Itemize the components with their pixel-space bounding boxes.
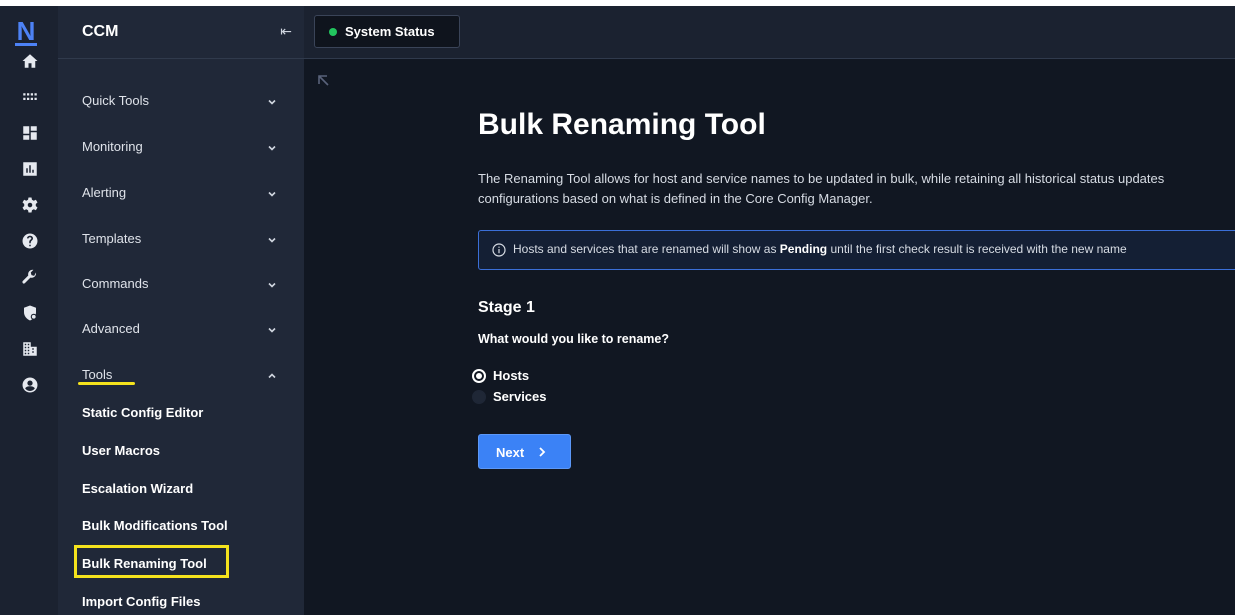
shield-user-icon[interactable] [19,302,41,324]
page-title: Bulk Renaming Tool [478,108,766,141]
navigation-sidebar: CCM ⇤ Quick Tools Monitoring Alerting Te… [58,6,304,615]
sidebar-item-label: Templates [82,231,142,246]
sidebar-item-label: Quick Tools [82,93,149,108]
sidebar-subitem-bulk-modifications-tool[interactable]: Bulk Modifications Tool [82,518,228,533]
main-content: Bulk Renaming Tool The Renaming Tool all… [304,59,1235,615]
sidebar-subitem-escalation-wizard[interactable]: Escalation Wizard [82,481,193,496]
icon-rail: N [0,6,58,615]
sidebar-item-alerting[interactable]: Alerting [82,181,278,207]
chevron-down-icon [266,278,278,290]
sidebar-subitem-user-macros[interactable]: User Macros [82,443,160,458]
radio-label: Services [493,389,547,404]
sidebar-item-quick-tools[interactable]: Quick Tools [82,89,278,115]
sidebar-item-templates[interactable]: Templates [82,227,278,253]
chevron-down-icon [266,187,278,199]
sidebar-item-label: Tools [82,367,113,382]
radio-label: Hosts [493,368,530,383]
info-alert-text: Hosts and services that are renamed will… [513,242,1127,256]
status-dot-icon [329,28,337,36]
top-bar: System Status [304,6,1235,59]
stage-title: Stage 1 [478,299,535,316]
info-text-prefix: Hosts and services that are renamed will… [513,242,777,256]
sidebar-item-advanced[interactable]: Advanced [82,317,278,343]
sidebar-header: CCM ⇤ [58,6,304,59]
info-alert: Hosts and services that are renamed will… [478,230,1235,270]
rename-question: What would you like to rename? [478,332,669,346]
sidebar-item-commands[interactable]: Commands [82,272,278,298]
sidebar-item-tools[interactable]: Tools [82,363,278,389]
expand-arrow-icon[interactable] [316,73,330,87]
info-text-suffix: until the first check result is received… [830,242,1127,256]
home-icon[interactable] [19,50,41,72]
info-text-emphasis: Pending [779,242,828,256]
system-status-label: System Status [345,24,435,39]
sidebar-item-label: Alerting [82,185,127,200]
sidebar-item-label: Monitoring [82,139,143,154]
sidebar-item-label: Advanced [82,321,140,336]
sidebar-subitem-static-config-editor[interactable]: Static Config Editor [82,405,203,420]
building-icon[interactable] [19,338,41,360]
chevron-up-icon [266,369,278,381]
apps-grid-icon[interactable] [19,86,41,108]
annotation-underline [78,382,135,385]
system-status-button[interactable]: System Status [314,15,460,48]
logo-underline [15,43,37,46]
gear-icon[interactable] [19,194,41,216]
chevron-down-icon [266,95,278,107]
chevron-down-icon [266,141,278,153]
radio-button-unchecked[interactable] [472,390,486,404]
info-icon [492,243,506,257]
chevron-right-icon [537,446,547,458]
sidebar-subitem-import-config-files[interactable]: Import Config Files [82,594,200,609]
sidebar-title: CCM [82,23,119,40]
next-button-label: Next [496,445,525,460]
reports-chart-icon[interactable] [19,158,41,180]
dashboard-icon[interactable] [19,122,41,144]
collapse-sidebar-icon[interactable]: ⇤ [277,22,295,40]
page-description: The Renaming Tool allows for host and se… [478,171,1165,206]
chevron-down-icon [266,233,278,245]
radio-button-checked[interactable] [472,369,486,383]
help-icon[interactable] [19,230,41,252]
next-button[interactable]: Next [478,434,571,469]
sidebar-item-monitoring[interactable]: Monitoring [82,135,278,161]
logo-letter: N [16,16,36,46]
chevron-down-icon [266,323,278,335]
annotation-highlight-box [74,545,229,578]
user-circle-icon[interactable] [19,374,41,396]
app-logo[interactable]: N [12,16,40,46]
wrench-icon[interactable] [19,266,41,288]
sidebar-item-label: Commands [82,276,149,291]
